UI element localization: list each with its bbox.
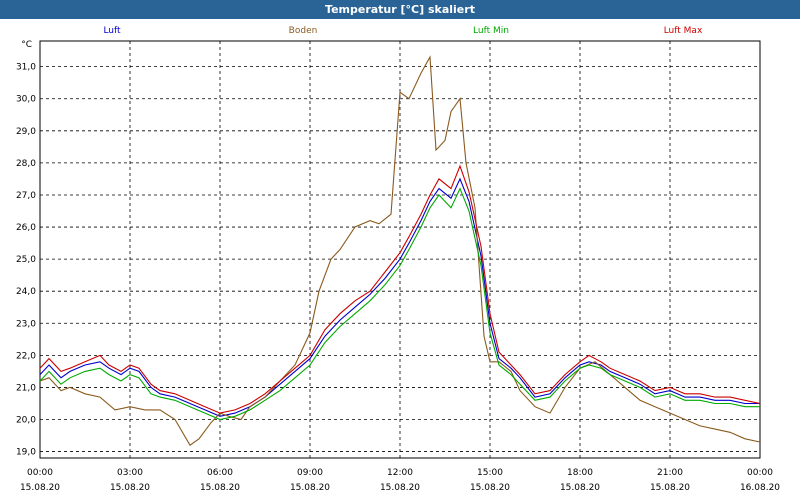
legend-entry-luft-min: Luft Min bbox=[473, 26, 509, 36]
y-tick-label: 21,0 bbox=[16, 383, 36, 393]
y-axis-unit: °C bbox=[21, 40, 32, 50]
x-tick-time: 15:00 bbox=[477, 468, 503, 478]
y-tick-label: 19,0 bbox=[16, 448, 36, 458]
y-tick-label: 23,0 bbox=[16, 319, 36, 329]
x-tick-time: 00:00 bbox=[747, 468, 773, 478]
x-tick-time: 00:00 bbox=[27, 468, 53, 478]
y-tick-label: 30,0 bbox=[16, 95, 36, 105]
x-tick-date: 15.08.20 bbox=[290, 483, 330, 493]
y-tick-label: 22,0 bbox=[16, 351, 36, 361]
x-tick-date: 16.08.20 bbox=[740, 483, 780, 493]
y-tick-label: 24,0 bbox=[16, 287, 36, 297]
y-tick-label: 25,0 bbox=[16, 255, 36, 265]
x-tick-date: 15.08.20 bbox=[380, 483, 420, 493]
chart-title-bar: Temperatur [°C] skaliert bbox=[0, 0, 800, 19]
x-tick-date: 15.08.20 bbox=[560, 483, 600, 493]
x-tick-time: 09:00 bbox=[297, 468, 323, 478]
y-tick-label: 27,0 bbox=[16, 191, 36, 201]
y-tick-label: 20,0 bbox=[16, 416, 36, 426]
legend-entry-boden: Boden bbox=[289, 26, 318, 36]
legend-entry-luft-max: Luft Max bbox=[664, 26, 703, 36]
temperature-chart: 19,0 20,0 21,0 22,0 23,0 24,0 25,0 26,0 27,0 28,0… bbox=[16, 26, 780, 493]
y-tick-label: 28,0 bbox=[16, 159, 36, 169]
x-tick-date: 15.08.20 bbox=[470, 483, 510, 493]
x-tick-time: 06:00 bbox=[207, 468, 233, 478]
y-tick-label: 31,0 bbox=[16, 63, 36, 73]
x-tick-time: 18:00 bbox=[567, 468, 593, 478]
x-tick-time: 12:00 bbox=[387, 468, 413, 478]
y-tick-label: 26,0 bbox=[16, 223, 36, 233]
x-tick-date: 15.08.20 bbox=[110, 483, 150, 493]
x-tick-time: 03:00 bbox=[117, 468, 143, 478]
chart-title: Temperatur [°C] skaliert bbox=[325, 3, 475, 16]
y-tick-label: 29,0 bbox=[16, 127, 36, 137]
legend-entry-luft: Luft bbox=[103, 26, 121, 36]
x-tick-time: 21:00 bbox=[657, 468, 683, 478]
x-tick-date: 15.08.20 bbox=[20, 483, 60, 493]
x-tick-date: 15.08.20 bbox=[200, 483, 240, 493]
x-tick-date: 15.08.20 bbox=[650, 483, 690, 493]
